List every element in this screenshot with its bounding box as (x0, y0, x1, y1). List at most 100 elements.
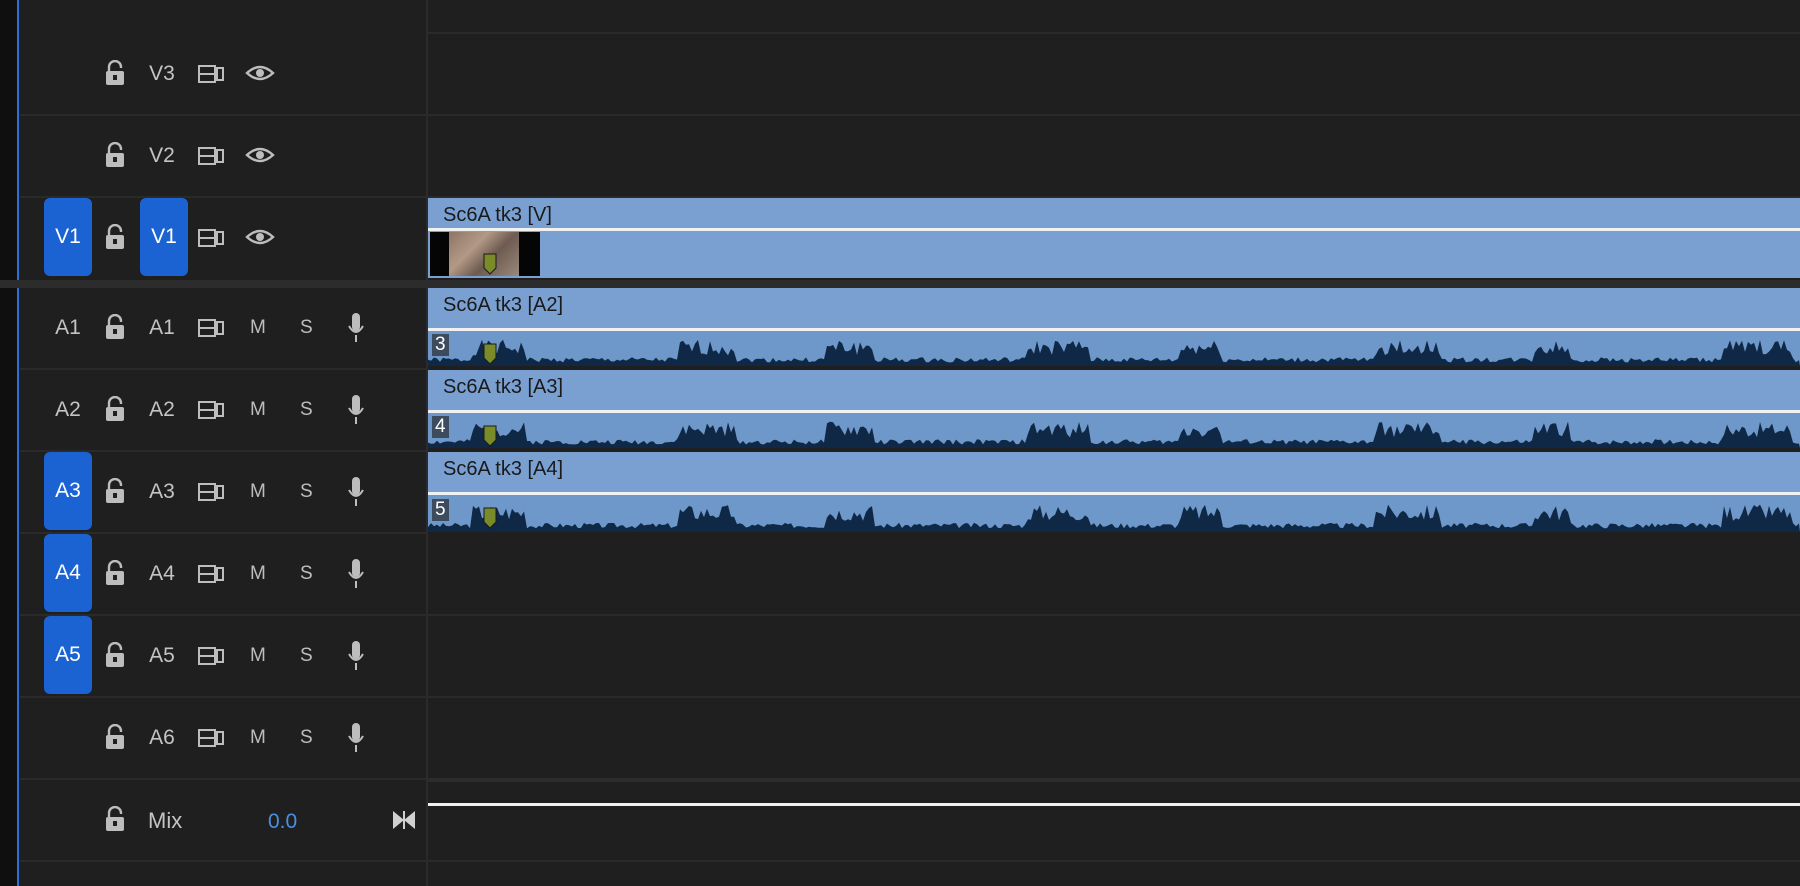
microphone-icon[interactable] (347, 312, 365, 344)
mute-button[interactable]: M (250, 727, 266, 749)
mute-button[interactable]: M (250, 317, 266, 339)
panel-left-edge (0, 0, 19, 886)
track-row-a6: A6 M S (20, 698, 426, 780)
sync-lock-icon[interactable] (198, 400, 224, 420)
sync-lock-icon[interactable] (198, 646, 224, 666)
channel-number: 4 (432, 416, 449, 438)
track-row-a3: A3 A3 M S (20, 452, 426, 534)
lock-icon[interactable] (104, 142, 126, 168)
source-patch-a2[interactable]: A2 (44, 398, 92, 422)
track-headers: V3 V2 V1 V1 A1 A1 M S A2 A2 M S A3 A3 M … (20, 0, 426, 886)
clip-video[interactable]: Sc6A tk3 [V] (428, 198, 1800, 278)
track-row-v1: V1 V1 (20, 198, 426, 280)
clip-marker[interactable] (483, 343, 497, 365)
waveform-area (428, 413, 1800, 448)
clip-marker[interactable] (483, 425, 497, 447)
track-row-a5: A5 A5 M S (20, 616, 426, 698)
source-patch-a3[interactable]: A3 (44, 452, 92, 530)
timeline-area[interactable]: Sc6A tk3 [V] Sc6A tk3 [A2] 3 Sc6A tk3 [A… (428, 0, 1800, 886)
eye-icon[interactable] (245, 63, 275, 83)
clip-marker[interactable] (483, 507, 497, 529)
track-divider (428, 114, 1800, 116)
eye-icon[interactable] (245, 145, 275, 165)
clip-marker[interactable] (483, 253, 497, 275)
solo-button[interactable]: S (300, 563, 313, 585)
track-target-a6[interactable]: A6 (138, 726, 186, 750)
track-row-a1: A1 A1 M S (20, 288, 426, 370)
source-patch-a4[interactable]: A4 (44, 534, 92, 612)
mute-button[interactable]: M (250, 399, 266, 421)
lock-icon[interactable] (104, 724, 126, 750)
mix-label: Mix (148, 808, 183, 833)
solo-button[interactable]: S (300, 317, 313, 339)
sync-lock-icon[interactable] (198, 228, 224, 248)
lock-icon[interactable] (104, 642, 126, 668)
mute-button[interactable]: M (250, 481, 266, 503)
mute-button[interactable]: M (250, 563, 266, 585)
panel-edge-line (17, 0, 19, 886)
track-divider (428, 778, 1800, 782)
track-row-v2: V2 (20, 116, 426, 198)
microphone-icon[interactable] (347, 640, 365, 672)
clip-name: Sc6A tk3 [A4] (443, 458, 564, 480)
microphone-icon[interactable] (347, 394, 365, 426)
source-patch-v1[interactable]: V1 (44, 198, 92, 276)
eye-icon[interactable] (245, 227, 275, 247)
track-target-a2[interactable]: A2 (138, 398, 186, 422)
track-target-a1[interactable]: A1 (138, 316, 186, 340)
solo-button[interactable]: S (300, 481, 313, 503)
solo-button[interactable]: S (300, 645, 313, 667)
clip-audio-a2[interactable]: Sc6A tk3 [A3] 4 (428, 370, 1800, 448)
sync-lock-icon[interactable] (198, 482, 224, 502)
sync-lock-icon[interactable] (198, 64, 224, 84)
track-divider (428, 32, 1800, 34)
sync-lock-icon[interactable] (198, 318, 224, 338)
clip-audio-a1[interactable]: Sc6A tk3 [A2] 3 (428, 288, 1800, 366)
waveform-area (428, 495, 1800, 532)
microphone-icon[interactable] (347, 476, 365, 508)
clip-name: Sc6A tk3 [A2] (443, 294, 564, 316)
clip-separator (428, 228, 1800, 231)
track-row-mix: Mix 0.0 (20, 780, 426, 862)
microphone-icon[interactable] (347, 722, 365, 754)
clip-name: Sc6A tk3 [V] (443, 204, 552, 226)
track-row-v3: V3 (20, 34, 426, 116)
track-divider (428, 696, 1800, 698)
track-target-a4[interactable]: A4 (138, 562, 186, 586)
track-row-a4: A4 A4 M S (20, 534, 426, 616)
microphone-icon[interactable] (347, 558, 365, 590)
audio-waveform (428, 504, 1800, 532)
waveform-area (428, 331, 1800, 366)
track-divider (428, 860, 1800, 862)
track-target-v1[interactable]: V1 (140, 198, 188, 276)
solo-button[interactable]: S (300, 399, 313, 421)
channel-number: 3 (432, 334, 449, 356)
source-patch-a1[interactable]: A1 (44, 316, 92, 340)
audio-waveform (428, 339, 1800, 366)
mix-volume-line[interactable] (428, 803, 1800, 806)
track-row-a2: A2 A2 M S (20, 370, 426, 452)
track-target-a3[interactable]: A3 (138, 480, 186, 504)
lock-icon[interactable] (104, 560, 126, 586)
lock-icon[interactable] (104, 396, 126, 422)
mix-volume-value[interactable]: 0.0 (268, 810, 297, 834)
lock-icon[interactable] (104, 314, 126, 340)
lock-icon[interactable] (104, 60, 126, 86)
sync-lock-icon[interactable] (198, 564, 224, 584)
track-target-v3[interactable]: V3 (138, 62, 186, 86)
clip-name: Sc6A tk3 [A3] (443, 376, 564, 398)
lock-icon[interactable] (104, 478, 126, 504)
track-target-v2[interactable]: V2 (138, 144, 186, 168)
source-patch-a5[interactable]: A5 (44, 616, 92, 694)
video-audio-divider (0, 280, 1800, 288)
bowtie-icon[interactable] (392, 810, 416, 830)
track-target-a5[interactable]: A5 (138, 644, 186, 668)
mute-button[interactable]: M (250, 645, 266, 667)
sync-lock-icon[interactable] (198, 146, 224, 166)
clip-audio-a3[interactable]: Sc6A tk3 [A4] 5 (428, 452, 1800, 532)
lock-icon[interactable] (104, 224, 126, 250)
sync-lock-icon[interactable] (198, 728, 224, 748)
channel-number: 5 (432, 499, 449, 521)
solo-button[interactable]: S (300, 727, 313, 749)
lock-icon[interactable] (104, 806, 126, 832)
